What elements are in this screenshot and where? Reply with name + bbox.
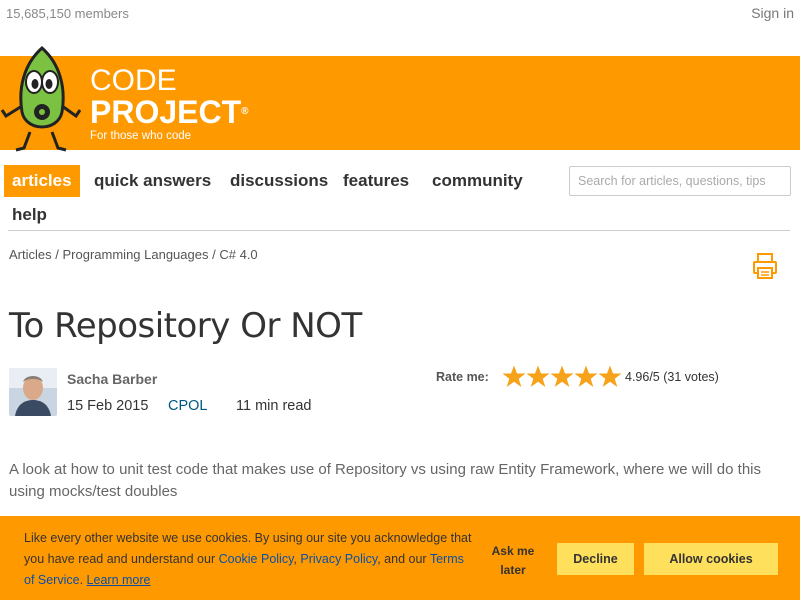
logo-registered-mark: ® [241, 106, 249, 117]
sign-in-link[interactable]: Sign in [751, 5, 794, 21]
read-time: 11 min read [236, 398, 312, 414]
rate-label: Rate me: [436, 370, 489, 384]
article-summary: A look at how to unit test code that mak… [9, 461, 761, 500]
article-date: 15 Feb 2015 [67, 398, 149, 414]
star-icon[interactable] [574, 364, 598, 389]
nav-divider [8, 230, 790, 231]
nav-features[interactable]: features [343, 165, 409, 197]
learn-more-link[interactable]: Learn more [87, 573, 151, 587]
search-input[interactable] [569, 166, 791, 196]
nav-community[interactable]: community [432, 165, 523, 197]
breadcrumb-csharp[interactable]: C# 4.0 [219, 247, 257, 262]
breadcrumb-separator: / [55, 247, 59, 262]
top-bar: 15,685,150 members Sign in [0, 0, 800, 56]
ask-me-later-button[interactable]: Ask me later [486, 542, 540, 580]
breadcrumb: Articles / Programming Languages / C# 4.… [9, 247, 258, 262]
nav-discussions[interactable]: discussions [230, 165, 328, 197]
member-count: 15,685,150 members [6, 6, 129, 21]
license-link[interactable]: CPOL [168, 398, 208, 414]
star-icon[interactable] [598, 364, 622, 389]
author-avatar[interactable] [9, 368, 57, 416]
star-rating [502, 364, 622, 390]
nav-quick-answers[interactable]: quick answers [94, 165, 211, 197]
codeproject-logo[interactable]: CODE PROJECT® For those who code [90, 66, 249, 143]
article-title: To Repository Or NOT [9, 306, 362, 346]
star-icon[interactable] [502, 364, 526, 389]
cookie-message: Like every other website we use cookies.… [24, 531, 472, 587]
logo-code-word: CODE [90, 64, 177, 97]
print-icon[interactable] [752, 252, 778, 280]
author-name[interactable]: Sacha Barber [67, 371, 157, 387]
logo-tagline: For those who code [90, 130, 192, 142]
logo-project-word: PROJECT® [90, 96, 249, 128]
star-icon[interactable] [550, 364, 574, 389]
breadcrumb-programming-languages[interactable]: Programming Languages [63, 247, 209, 262]
bob-mascot-icon[interactable] [0, 44, 84, 154]
logo-project-text: PROJECT [90, 94, 242, 130]
allow-cookies-button[interactable]: Allow cookies [644, 543, 778, 575]
nav-articles[interactable]: articles [4, 165, 80, 197]
nav-help[interactable]: help [12, 199, 47, 231]
cookie-banner: Like every other website we use cookies.… [0, 516, 800, 600]
star-icon[interactable] [526, 364, 550, 389]
cookie-policy-link[interactable]: Cookie Policy [219, 552, 294, 566]
privacy-policy-link[interactable]: Privacy Policy [300, 552, 377, 566]
breadcrumb-articles[interactable]: Articles [9, 247, 52, 262]
rating-summary: 4.96/5 (31 votes) [625, 370, 719, 384]
main-nav: articles quick answers discussions featu… [0, 150, 800, 231]
header-banner: CODE PROJECT® For those who code [0, 45, 800, 152]
decline-button[interactable]: Decline [557, 543, 634, 575]
